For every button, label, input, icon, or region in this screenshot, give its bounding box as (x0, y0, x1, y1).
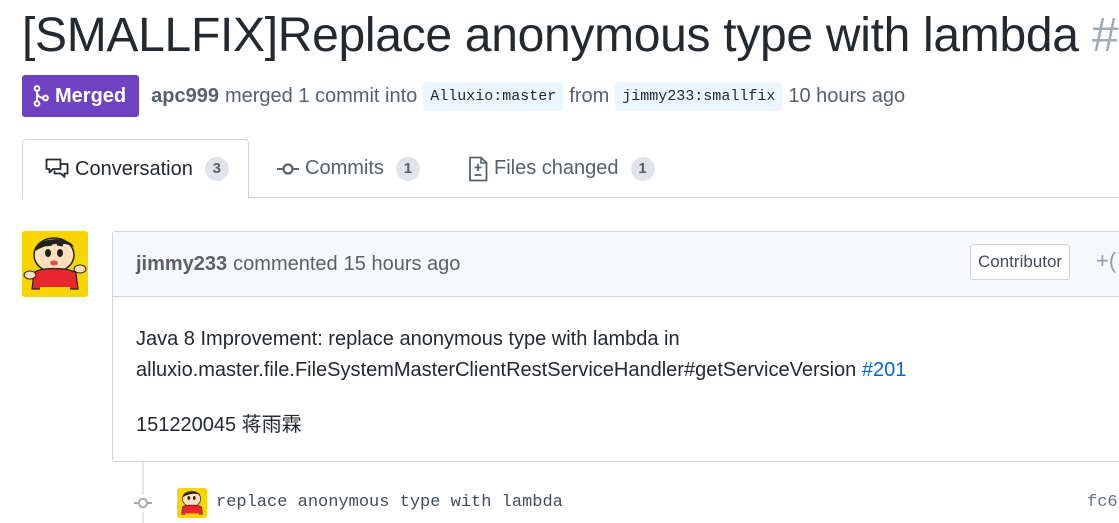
merge-action-text: merged 1 commit into (224, 84, 418, 107)
pr-title-text: [SMALLFIX]Replace anonymous type with la… (22, 9, 1079, 62)
merge-time[interactable]: 10 hours ago (788, 85, 905, 108)
avatar[interactable] (22, 231, 88, 297)
tab-conversation-label: Conversation (75, 157, 193, 180)
tab-commits[interactable]: Commits 1 (277, 139, 420, 198)
pr-number: # (1091, 9, 1119, 62)
from-text: from (569, 84, 610, 107)
tab-commits-count: 1 (395, 156, 420, 181)
state-label: Merged (55, 84, 127, 107)
contributor-badge: Contributor (970, 244, 1071, 280)
timeline-line (142, 462, 144, 523)
comment-box: jimmy233 commented 15 hours ago Contribu… (112, 231, 1119, 462)
tab-conversation-count: 3 (204, 157, 229, 181)
git-commit-icon (134, 494, 152, 512)
git-merge-icon (33, 85, 49, 107)
commit-author-avatar[interactable] (177, 488, 207, 518)
tab-files-label: Files changed (494, 157, 619, 179)
comment-line-2: alluxio.master.file.FileSystemMasterClie… (136, 359, 857, 381)
cartoon-avatar-image (177, 488, 207, 518)
tab-commits-label: Commits (305, 157, 384, 179)
comment-signature: 151220045 蒋雨霖 (136, 414, 302, 436)
git-commit-icon (277, 162, 299, 175)
comment-paragraph: Java 8 Improvement: replace anonymous ty… (136, 324, 1108, 386)
tab-conversation[interactable]: Conversation 3 (22, 139, 249, 199)
commit-sha-link[interactable]: fc6 (1087, 493, 1118, 512)
file-diff-icon (469, 156, 488, 181)
tab-files-count: 1 (630, 156, 655, 181)
pr-meta: Merged apc999 merged 1 commit into Allux… (22, 75, 905, 117)
pr-title: [SMALLFIX]Replace anonymous type with la… (22, 8, 1118, 63)
pr-tabs: Conversation 3 Commits 1 Files changed 1 (22, 139, 1119, 199)
comment-time[interactable]: 15 hours ago (344, 253, 461, 276)
head-branch-label[interactable]: jimmy233:smallfix (615, 81, 783, 111)
comment-action: commented (233, 252, 338, 275)
comment-body: Java 8 Improvement: replace anonymous ty… (113, 297, 1119, 441)
add-reaction-button[interactable]: +( (1096, 248, 1116, 274)
comment-header: jimmy233 commented 15 hours ago Contribu… (113, 232, 1119, 297)
commit-message-link[interactable]: replace anonymous type with lambda (216, 493, 563, 512)
base-branch-label[interactable]: Alluxio:master (423, 81, 564, 111)
comment-author-link[interactable]: jimmy233 (136, 253, 227, 276)
tab-files-changed[interactable]: Files changed 1 (468, 139, 655, 198)
cartoon-avatar-image (22, 231, 88, 297)
merged-state-badge: Merged (22, 75, 140, 117)
comment-line-1: Java 8 Improvement: replace anonymous ty… (136, 328, 680, 350)
merger-username-link[interactable]: apc999 (151, 85, 219, 108)
issue-link[interactable]: #201 (862, 359, 907, 381)
comment-discussion-icon (45, 158, 69, 178)
